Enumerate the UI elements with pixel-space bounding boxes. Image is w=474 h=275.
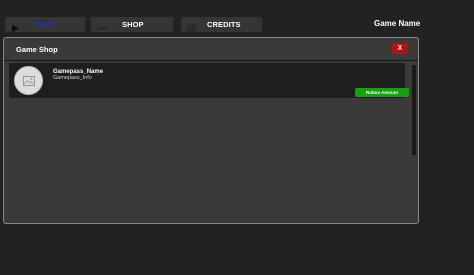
scrollbar[interactable] [412,65,416,155]
tab-credits-label: CREDITS [207,20,241,29]
game-shop-panel: Game Shop X Gamepass_Name Gamepass_Info … [3,37,419,224]
gamepass-info: Gamepass_Info [53,75,92,81]
close-button[interactable]: X [392,43,408,54]
tab-shop-label: SHOP [122,20,144,29]
buy-button[interactable]: Robux Amount [355,88,409,97]
play-icon [10,20,22,32]
shop-icon [96,20,108,30]
tab-shop[interactable]: SHOP [91,17,173,32]
list-item: Gamepass_Name Gamepass_Info Robux Amount [9,63,409,98]
game-name: Game Name [374,19,421,28]
image-icon [14,66,43,95]
tab-play[interactable]: PLAY [5,17,85,32]
credits-icon [186,20,198,32]
tab-play-label: PLAY [36,20,56,29]
tab-credits[interactable]: CREDITS [181,17,262,32]
shop-title: Game Shop [16,45,58,54]
divider [4,60,418,61]
gamepass-list[interactable]: Gamepass_Name Gamepass_Info Robux Amount [7,63,409,221]
